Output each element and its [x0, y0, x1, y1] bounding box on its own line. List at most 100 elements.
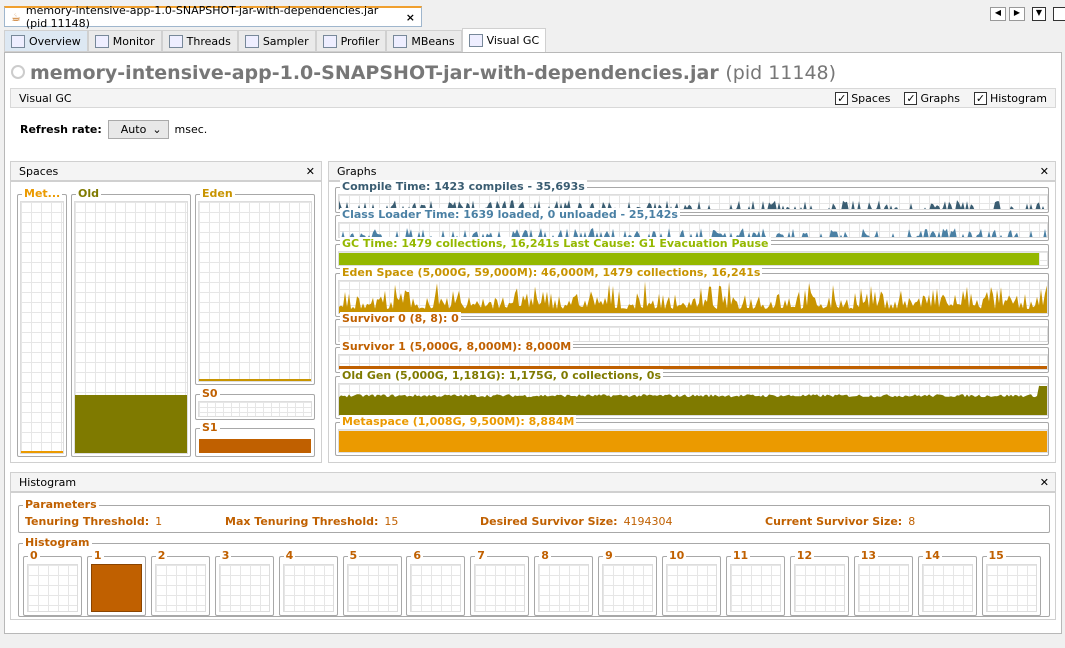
parameter-value: 15 [384, 515, 399, 528]
visualgc-bar: Visual GC ✓ Spaces ✓ Graphs ✓ Histogram [10, 88, 1056, 108]
graph-trace [339, 281, 1047, 313]
parameter: Current Survivor Size: 8 [765, 515, 915, 528]
histogram-group-title: Histogram [23, 536, 92, 549]
parameters-title: Parameters [23, 498, 99, 511]
eden-label: Eden [200, 187, 235, 200]
histogram-bin: 8 [534, 549, 594, 616]
s1-space: S1 [195, 421, 315, 457]
visualgc-icon [468, 34, 483, 47]
checkbox-spaces[interactable]: ✓ Spaces [835, 91, 891, 105]
checkbox-icon[interactable]: ✓ [904, 91, 918, 105]
histogram-bin: 11 [725, 549, 785, 616]
tab-label: Overview [29, 34, 81, 48]
tab-label: Threads [186, 34, 231, 48]
parameter: Max Tenuring Threshold: 15 [225, 515, 398, 528]
checkbox-icon[interactable]: ✓ [835, 91, 849, 105]
histogram-bin: 7 [470, 549, 530, 616]
parameter-value: 1 [155, 515, 163, 528]
profiler-icon [322, 34, 337, 48]
bin-label: 10 [667, 549, 687, 562]
parameter: Tenuring Threshold: 1 [25, 515, 162, 528]
tab-label: Visual GC [486, 34, 540, 47]
bin-fill [90, 564, 142, 612]
histogram-bin: 2 [150, 549, 210, 616]
tab-label: MBeans [411, 34, 455, 48]
checkbox-graphs[interactable]: ✓ Graphs [904, 91, 960, 105]
visualgc-label: Visual GC [19, 91, 72, 105]
graph-label: Class Loader Time: 1639 loaded, 0 unload… [340, 208, 680, 221]
scroll-right-button[interactable]: ▶ [1009, 7, 1025, 21]
spaces-header: Spaces ✕ [10, 161, 322, 181]
mbeans-icon [393, 34, 408, 48]
s1-fill [199, 439, 311, 453]
graph-label: Metaspace (1,008G, 9,500M): 8,884M [340, 415, 577, 428]
close-spaces-icon[interactable]: ✕ [306, 165, 315, 178]
old-space: Old [71, 187, 191, 457]
tab-label: Profiler [340, 34, 380, 48]
scroll-left-button[interactable]: ◀ [990, 7, 1006, 21]
document-tab[interactable]: ☕ memory-intensive-app-1.0-SNAPSHOT-jar-… [4, 4, 422, 30]
old-fill [75, 395, 187, 453]
close-tab-icon[interactable]: × [406, 11, 415, 24]
bin-label: 15 [986, 549, 1006, 562]
graphs-title: Graphs [337, 164, 377, 178]
metaspace-space: Met... [17, 187, 67, 457]
histogram-bin: 5 [342, 549, 402, 616]
graph-trace [339, 386, 1047, 415]
s0-space: S0 [195, 387, 315, 420]
histogram-bin: 12 [789, 549, 849, 616]
bin-label: 5 [347, 549, 360, 562]
checkbox-label: Spaces [851, 91, 891, 105]
histogram-bin: 15 [981, 549, 1041, 616]
tab-mbeans[interactable]: MBeans [386, 30, 462, 52]
histogram-bin: 3 [214, 549, 274, 616]
graph-label: GC Time: 1479 collections, 16,241s Last … [340, 237, 771, 250]
close-graphs-icon[interactable]: ✕ [1040, 165, 1049, 178]
tab-threads[interactable]: Threads [161, 30, 238, 52]
bin-label: 2 [155, 549, 168, 562]
histogram-group: Histogram 0 1 2 3 4 5 6 7 8 9 10 11 12 13 14 15 [18, 536, 1050, 617]
histogram-bin: 1 [86, 549, 146, 616]
parameters-group: Parameters Tenuring Threshold: 1 Max Tenur… [18, 498, 1050, 533]
histogram-bin: 9 [598, 549, 658, 616]
graph-label: Compile Time: 1423 compiles - 35,693s [340, 180, 587, 193]
histogram-bin: 14 [917, 549, 977, 616]
tab-monitor[interactable]: Monitor [87, 30, 162, 52]
bin-label: 11 [730, 549, 751, 562]
spaces-title: Spaces [19, 164, 59, 178]
checkbox-icon[interactable]: ✓ [973, 91, 987, 105]
document-tab-label: memory-intensive-app-1.0-SNAPSHOT-jar-wi… [25, 4, 379, 30]
page-title: memory-intensive-app-1.0-SNAPSHOT-jar-wi… [30, 62, 837, 84]
metaspace-label: Met... [22, 187, 63, 200]
bin-label: 6 [411, 549, 424, 562]
tab-label: Sampler [262, 34, 309, 48]
graphs-panel: Compile Time: 1423 compiles - 35,693s Cl… [328, 180, 1056, 463]
checkbox-label: Histogram [989, 91, 1047, 105]
parameter-label: Max Tenuring Threshold: [225, 515, 379, 528]
checkbox-label: Graphs [920, 91, 960, 105]
histogram-bin: 13 [853, 549, 913, 616]
graph-3: Eden Space (5,000G, 59,000M): 46,000M, 1… [335, 266, 1049, 317]
dropdown-button[interactable]: ▼ [1032, 7, 1046, 21]
window-controls: ◀ ▶ ▼ [990, 7, 1065, 21]
old-label: Old [76, 187, 101, 200]
histogram-bin: 4 [278, 549, 338, 616]
tab-sampler[interactable]: Sampler [237, 30, 316, 52]
tab-bar: Overview Monitor Threads Sampler Profiler MBe… [4, 28, 547, 52]
bin-label: 0 [28, 549, 40, 562]
parameter-label: Tenuring Threshold: [25, 515, 150, 528]
tab-profiler[interactable]: Profiler [315, 30, 387, 52]
parameter-label: Desired Survivor Size: [480, 515, 618, 528]
bin-label: 14 [922, 549, 942, 562]
refresh-select[interactable]: Auto ⌄ [107, 120, 169, 139]
s1-label: S1 [200, 421, 220, 434]
tab-overview[interactable]: Overview [4, 30, 88, 52]
maximize-button[interactable] [1053, 7, 1065, 21]
tab-visual-gc[interactable]: Visual GC [461, 28, 547, 52]
parameter-value: 4194304 [623, 515, 673, 528]
metaspace-fill [21, 451, 63, 453]
monitor-icon [94, 34, 109, 48]
eden-space: Eden [195, 187, 315, 385]
close-histogram-icon[interactable]: ✕ [1040, 476, 1049, 489]
checkbox-histogram[interactable]: ✓ Histogram [973, 91, 1047, 105]
